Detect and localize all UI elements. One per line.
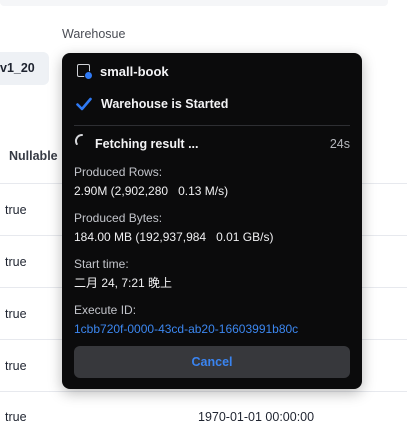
warehouse-icon <box>76 62 94 80</box>
produced-bytes: Produced Bytes: 184.00 MB (192,937,984 0… <box>74 210 273 246</box>
warehouse-field-label: Warehosue <box>62 27 126 41</box>
elapsed-time: 24s <box>329 137 350 151</box>
execute-id: Execute ID: 1cbb720f-0000-43cd-ab20-1660… <box>74 302 298 338</box>
produced-bytes-value: 184.00 MB (192,937,984 0.01 GB/s) <box>74 230 274 244</box>
execute-id-link[interactable]: 1cbb720f-0000-43cd-ab20-16603991b80c <box>74 320 298 338</box>
start-time: Start time: 二月 24, 7:21 晚上 <box>74 256 172 292</box>
produced-rows-value: 2.90M (2,902,280 0.13 M/s) <box>74 184 229 198</box>
popover-header: small-book <box>76 61 169 81</box>
execute-id-label: Execute ID: <box>74 303 137 317</box>
warehouse-name: small-book <box>100 63 169 79</box>
start-time-value: 二月 24, 7:21 晚上 <box>74 276 173 290</box>
default-value-cell: 1970-01-01 00:00:00 <box>198 410 315 424</box>
produced-rows-label: Produced Rows: <box>74 165 163 179</box>
nullable-cell: true <box>5 255 27 269</box>
nullable-cell: true <box>5 359 27 373</box>
divider <box>74 125 350 126</box>
column-header-nullable: Nullable <box>9 149 58 163</box>
check-icon <box>76 97 92 111</box>
nullable-cell: true <box>5 307 27 321</box>
nullable-cell: true <box>5 410 27 424</box>
nullable-cell: true <box>5 203 27 217</box>
table-row: true 1970-01-01 00:00:00 <box>0 391 407 437</box>
warehouse-status-popover: small-book Warehouse is Started Fetching… <box>62 53 362 389</box>
warehouse-status-text: Warehouse is Started <box>101 97 229 111</box>
warehouse-status: Warehouse is Started <box>76 97 228 111</box>
fetch-progress: Fetching result ... 24s <box>74 133 350 153</box>
page: Warehosue v1_20 Nullable true true true … <box>0 0 407 437</box>
fetch-status-text: Fetching result ... <box>95 137 199 151</box>
cancel-button[interactable]: Cancel <box>74 346 350 378</box>
produced-rows: Produced Rows: 2.90M (2,902,280 0.13 M/s… <box>74 164 228 200</box>
version-chip[interactable]: v1_20 <box>0 52 49 85</box>
version-chip-label: v1_20 <box>0 61 35 75</box>
start-time-label: Start time: <box>74 257 129 271</box>
spinner-icon <box>75 134 83 145</box>
produced-bytes-label: Produced Bytes: <box>74 211 163 225</box>
top-strip <box>0 0 388 6</box>
